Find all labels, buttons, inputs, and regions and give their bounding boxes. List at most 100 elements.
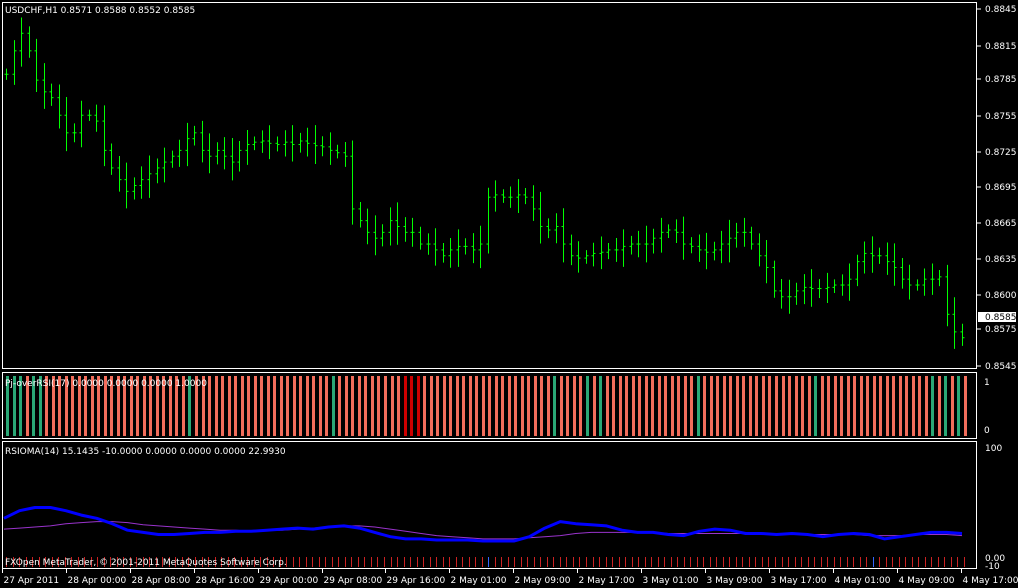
pj-bar (951, 376, 954, 436)
price-tick-label: 0.8575 (985, 325, 1017, 335)
pj-bar (306, 376, 309, 436)
pj-bar (782, 376, 785, 436)
pj-bar (638, 376, 641, 436)
pj-bar (215, 376, 218, 436)
pj-bar (892, 376, 895, 436)
pj-bar (566, 376, 569, 436)
pj-bar (619, 376, 622, 436)
pj-bar (834, 376, 837, 436)
pj-bar (208, 376, 211, 436)
pj-bar (847, 376, 850, 436)
pj-bar (944, 376, 947, 436)
time-tick-label: 29 Apr 16:00 (387, 576, 446, 586)
pj-scale-top: 1 (984, 378, 990, 388)
pj-bar (710, 376, 713, 436)
pj-bar (684, 376, 687, 436)
time-tick-label: 2 May 17:00 (579, 576, 635, 586)
pj-bar (560, 376, 563, 436)
pj-bar (573, 376, 576, 436)
pj-bar (371, 376, 374, 436)
pj-bar (514, 376, 517, 436)
pj-bar (586, 376, 589, 436)
pj-bar (475, 376, 478, 436)
pj-bar (697, 376, 700, 436)
pj-bar (273, 376, 276, 436)
pj-bar (873, 376, 876, 436)
pj-bar (443, 376, 446, 436)
pj-bar (925, 376, 928, 436)
pj-bar (501, 376, 504, 436)
pj-bar (690, 376, 693, 436)
pj-bar (410, 376, 413, 436)
time-tick-label: 3 May 17:00 (771, 576, 827, 586)
pj-bar (651, 376, 654, 436)
pj-bar (488, 376, 491, 436)
pj-bar (729, 376, 732, 436)
pj-bar (312, 376, 315, 436)
price-tick-label: 0.8600 (985, 291, 1017, 301)
pj-bar (795, 376, 798, 436)
rsioma-scale-top: 100 (985, 444, 1002, 454)
pj-bar (736, 376, 739, 436)
pj-bar (788, 376, 791, 436)
pj-bar (280, 376, 283, 436)
pj-bar (293, 376, 296, 436)
pj-bar (221, 376, 224, 436)
pj-bar (404, 376, 407, 436)
pj-bar (286, 376, 289, 436)
price-tick-label: 0.8665 (985, 219, 1017, 229)
pj-bar (886, 376, 889, 436)
pj-bar (645, 376, 648, 436)
pj-bar (338, 376, 341, 436)
pj-bar (671, 376, 674, 436)
pj-bar (899, 376, 902, 436)
pj-bar (358, 376, 361, 436)
pj-bar (593, 376, 596, 436)
pj-bar (703, 376, 706, 436)
pj-scale-bottom: 0 (984, 426, 990, 436)
pj-bar (547, 376, 550, 436)
pj-bar (325, 376, 328, 436)
pj-bar (391, 376, 394, 436)
pj-bar (430, 376, 433, 436)
time-tick-label: 28 Apr 08:00 (132, 576, 191, 586)
price-tick-label: 0.8635 (985, 255, 1017, 265)
pj-bar (905, 376, 908, 436)
pj-bar (606, 376, 609, 436)
chart-window: USDCHF,H1 0.8571 0.8588 0.8552 0.8585 Pj… (0, 0, 1018, 588)
price-tick-label: 0.8755 (985, 112, 1017, 122)
current-price-label: 0.8585 (985, 313, 1017, 323)
pj-bar (228, 376, 231, 436)
pj-bar (755, 376, 758, 436)
time-tick-label: 28 Apr 00:00 (68, 576, 127, 586)
price-panel-header: USDCHF,H1 0.8571 0.8588 0.8552 0.8585 (5, 6, 195, 16)
pj-bar (762, 376, 765, 436)
pj-bar (423, 376, 426, 436)
pj-bar (377, 376, 380, 436)
time-tick-label: 4 May 01:00 (835, 576, 891, 586)
pj-bar (469, 376, 472, 436)
pj-bar (801, 376, 804, 436)
pj-panel-header: Pj-overRSI(17) 0.0000 0.0000 0.0000 1.00… (5, 379, 207, 389)
pj-bar (332, 376, 335, 436)
pj-bar (462, 376, 465, 436)
time-tick-label: 3 May 09:00 (707, 576, 763, 586)
pj-bar (912, 376, 915, 436)
time-tick-label: 29 Apr 08:00 (324, 576, 383, 586)
price-tick-label: 0.8545 (985, 362, 1017, 372)
pj-bar (632, 376, 635, 436)
pj-bar (938, 376, 941, 436)
pj-bar (351, 376, 354, 436)
pj-bar (664, 376, 667, 436)
pj-bar (267, 376, 270, 436)
pj-bar (299, 376, 302, 436)
pj-bar (931, 376, 934, 436)
price-tick-label: 0.8785 (985, 75, 1017, 85)
price-tick-label: 0.8845 (985, 5, 1017, 15)
pj-bar (449, 376, 452, 436)
pj-bar (319, 376, 322, 436)
rsioma-panel-header: RSIOMA(14) 15.1435 -10.0000 0.0000 0.000… (5, 447, 286, 457)
pj-bar (436, 376, 439, 436)
pj-bar (723, 376, 726, 436)
pj-bar (768, 376, 771, 436)
